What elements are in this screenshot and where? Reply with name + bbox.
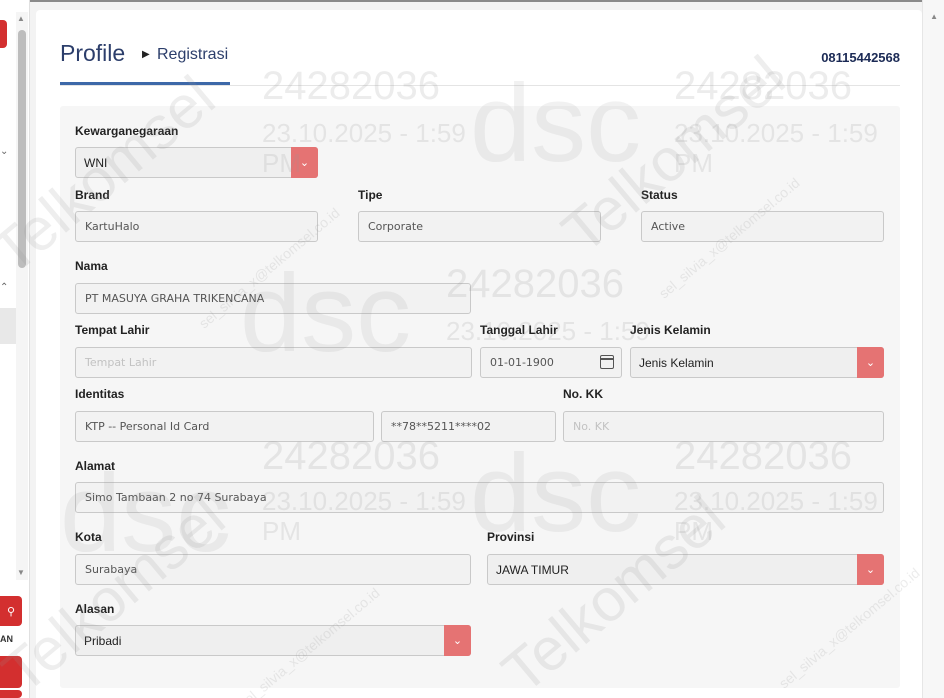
- nama-label: Nama: [75, 259, 108, 273]
- breadcrumb[interactable]: Registrasi: [157, 46, 228, 64]
- tanggal-lahir-label: Tanggal Lahir: [480, 323, 558, 337]
- brand-field[interactable]: KartuHalo: [75, 211, 318, 242]
- left-scrollbar-thumb[interactable]: [18, 30, 26, 268]
- breadcrumb-arrow-icon: ▶: [142, 49, 150, 60]
- search-icon: ⚲: [6, 605, 16, 618]
- window-top-border: [0, 0, 944, 2]
- tipe-field[interactable]: Corporate: [358, 211, 601, 242]
- nama-field[interactable]: PT MASUYA GRAHA TRIKENCANA: [75, 283, 471, 314]
- scroll-up-arrow-icon[interactable]: ▲: [930, 12, 938, 21]
- jenis-kelamin-label: Jenis Kelamin: [630, 323, 711, 337]
- kota-field[interactable]: Surabaya: [75, 554, 471, 585]
- tanggal-lahir-field[interactable]: 01-01-1900: [480, 347, 622, 378]
- calendar-icon[interactable]: [600, 355, 614, 369]
- alamat-field[interactable]: Simo Tambaan 2 no 74 Surabaya: [75, 482, 884, 513]
- scroll-up-arrow-icon[interactable]: ▲: [17, 14, 25, 23]
- title-underline: [60, 82, 230, 85]
- tempat-lahir-label: Tempat Lahir: [75, 323, 150, 337]
- chevron-down-icon[interactable]: ⌄: [857, 347, 884, 378]
- status-field[interactable]: Active: [641, 211, 884, 242]
- chevron-down-icon[interactable]: ⌄: [291, 147, 318, 178]
- left-red-tab[interactable]: [0, 20, 7, 48]
- left-panel-selected-row[interactable]: [0, 308, 16, 344]
- search-button[interactable]: ⚲: [0, 596, 22, 626]
- no-kk-field[interactable]: No. KK: [563, 411, 884, 442]
- kota-label: Kota: [75, 530, 102, 544]
- chevron-down-icon[interactable]: ⌄: [0, 146, 8, 157]
- alasan-select[interactable]: Pribadi ⌄: [75, 625, 471, 656]
- kewarganegaraan-label: Kewarganegaraan: [75, 124, 179, 138]
- chevron-down-icon[interactable]: ⌄: [444, 625, 471, 656]
- kewarganegaraan-value: WNI: [84, 155, 108, 170]
- identitas-type-field[interactable]: KTP -- Personal Id Card: [75, 411, 374, 442]
- provinsi-select[interactable]: JAWA TIMUR ⌄: [487, 554, 884, 585]
- modal-header: Profile ▶ Registrasi 08115442568: [60, 38, 900, 86]
- chevron-up-icon[interactable]: ⌃: [0, 282, 8, 293]
- left-red-button-2[interactable]: [0, 690, 22, 698]
- kewarganegaraan-select[interactable]: WNI ⌄: [75, 147, 318, 178]
- identitas-label: Identitas: [75, 387, 125, 401]
- profile-modal: Profile ▶ Registrasi 08115442568 Kewarga…: [36, 10, 922, 698]
- tempat-lahir-field[interactable]: Tempat Lahir: [75, 347, 472, 378]
- tanggal-lahir-value: 01-01-1900: [490, 356, 554, 369]
- provinsi-label: Provinsi: [487, 530, 535, 544]
- profile-form: Kewarganegaraan WNI ⌄ Brand KartuHalo Ti…: [60, 106, 900, 688]
- brand-label: Brand: [75, 188, 110, 202]
- page-title: Profile: [60, 40, 126, 66]
- alasan-label: Alasan: [75, 602, 115, 616]
- no-kk-label: No. KK: [563, 387, 603, 401]
- provinsi-value: JAWA TIMUR: [496, 562, 569, 577]
- status-label: Status: [641, 188, 678, 202]
- jenis-kelamin-value: Jenis Kelamin: [639, 355, 714, 370]
- scroll-down-arrow-icon[interactable]: ▼: [17, 568, 25, 577]
- identitas-number-field[interactable]: **78**5211****02: [381, 411, 556, 442]
- left-red-button[interactable]: [0, 656, 22, 688]
- right-scrollbar[interactable]: [922, 0, 944, 698]
- jenis-kelamin-select[interactable]: Jenis Kelamin ⌄: [630, 347, 884, 378]
- alasan-value: Pribadi: [84, 633, 122, 648]
- msisdn-label: 08115442568: [821, 50, 900, 65]
- left-panel-label: AN: [0, 634, 13, 644]
- tipe-label: Tipe: [358, 188, 383, 202]
- alamat-label: Alamat: [75, 459, 116, 473]
- chevron-down-icon[interactable]: ⌄: [857, 554, 884, 585]
